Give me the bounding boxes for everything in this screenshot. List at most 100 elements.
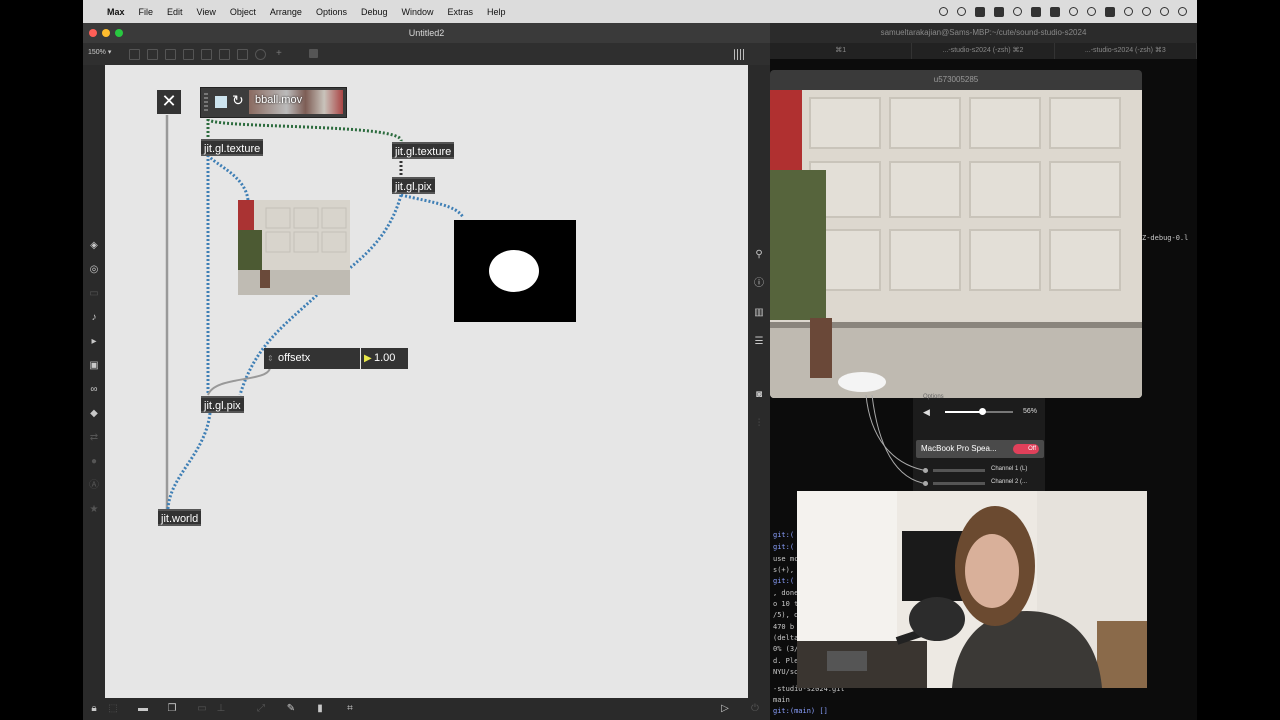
image-icon[interactable]: ▣ — [89, 361, 99, 371]
arrows-icon[interactable]: ⇄ — [89, 433, 99, 443]
controller-icon[interactable]: ▭ — [89, 289, 99, 299]
menu-extras[interactable]: Extras — [448, 7, 474, 17]
toolbar-icon-5[interactable] — [201, 49, 212, 60]
movie-player-object[interactable]: ↻ bball.mov — [200, 87, 347, 118]
plus-icon[interactable]: + — [276, 49, 285, 59]
jit-gl-texture-object[interactable]: jit.gl.texture — [201, 139, 264, 156]
battery-icon[interactable] — [1105, 6, 1115, 17]
play-icon[interactable] — [1069, 7, 1078, 16]
grid-icon[interactable] — [734, 49, 745, 60]
wifi-icon[interactable] — [1124, 7, 1133, 16]
play-button-icon[interactable]: ▷ — [720, 704, 730, 714]
sequence-icon[interactable]: ▸ — [89, 337, 99, 347]
terminal-tab-3[interactable]: ...-studio-s2024 (-zsh) ⌘3 — [1055, 43, 1197, 59]
status-icon-5[interactable] — [1031, 6, 1041, 17]
menu-arrange[interactable]: Arrange — [270, 7, 302, 17]
wrench-icon[interactable]: ✎ — [286, 704, 296, 714]
offsetx-number-box[interactable]: ▶ 1.00 — [361, 348, 408, 369]
camera-icon[interactable]: ◙ — [754, 390, 764, 400]
movie-name: bball.mov — [255, 94, 303, 106]
paint-icon[interactable] — [309, 49, 318, 58]
comment-icon[interactable]: ▬ — [138, 704, 148, 714]
toolbar-icon-2[interactable] — [147, 49, 158, 60]
shield-icon[interactable] — [975, 6, 985, 17]
mixer-icon[interactable]: ⫶ — [754, 419, 764, 429]
search-icon[interactable]: ⚲ — [754, 250, 764, 260]
target-icon[interactable]: ◎ — [89, 265, 99, 275]
info-icon[interactable]: ⓘ — [754, 279, 764, 289]
webcam-overlay — [797, 491, 1147, 688]
cc-icon[interactable] — [1050, 6, 1060, 17]
video-preview[interactable] — [238, 200, 350, 295]
device-row[interactable]: MacBook Pro Spea... Off — [916, 440, 1044, 458]
toggle-button[interactable]: ✕ — [157, 90, 181, 114]
toolbar-b-icon-3[interactable]: ⤢ — [256, 704, 266, 714]
list-icon[interactable]: ☰ — [754, 337, 764, 347]
menu-view[interactable]: View — [197, 7, 216, 17]
search-icon[interactable] — [1142, 7, 1151, 16]
offsetx-value: 1.00 — [374, 352, 396, 364]
menu-debug[interactable]: Debug — [361, 7, 388, 17]
toolbar-b-icon-2[interactable]: ⊥ — [216, 704, 226, 714]
menu-app-max[interactable]: Max — [107, 7, 125, 17]
menu-help[interactable]: Help — [487, 7, 506, 17]
terminal-tab-1[interactable]: ⌘1 — [770, 43, 913, 59]
zoom-level[interactable]: 150% ▾ — [88, 48, 111, 56]
menu-options[interactable]: Options — [316, 7, 347, 17]
terminal-prompt[interactable]: git:(main) [] — [773, 707, 828, 715]
zoom-window-button[interactable] — [115, 29, 123, 37]
terminal-tab-2[interactable]: ...-studio-s2024 (-zsh) ⌘2 — [912, 43, 1055, 59]
power-icon[interactable]: ⏻ — [750, 704, 760, 714]
close-window-button[interactable] — [89, 29, 97, 37]
toolbar-icon-4[interactable] — [183, 49, 194, 60]
status-icon-3[interactable] — [994, 6, 1004, 17]
jit-gl-pix-object[interactable]: jit.gl.pix — [201, 396, 244, 413]
toolbar-icon-3[interactable] — [165, 49, 176, 60]
plugin-icon[interactable]: ◆ — [89, 409, 99, 419]
video-output[interactable] — [770, 90, 1142, 398]
toolbar-icon-7[interactable] — [237, 49, 248, 60]
presentation-icon[interactable]: ⬚ — [108, 704, 118, 714]
columns-icon[interactable]: ▥ — [754, 308, 764, 318]
layers-icon[interactable]: ❐ — [167, 704, 177, 714]
clock-icon[interactable] — [1178, 7, 1187, 16]
link-icon[interactable]: ∞ — [89, 385, 99, 395]
jit-pwindow-output[interactable] — [454, 220, 576, 322]
minimize-window-button[interactable] — [102, 29, 110, 37]
music-note-icon[interactable]: ♪ — [89, 313, 99, 323]
offsetx-message[interactable]: ⇕ offsetx — [264, 348, 360, 369]
toolbar-b-icon-1[interactable]: ▭ — [197, 704, 207, 714]
left-letterbox — [0, 0, 83, 720]
jit-gl-texture-object-2[interactable]: jit.gl.texture — [392, 142, 455, 159]
status-icon-2[interactable] — [957, 7, 966, 16]
menu-edit[interactable]: Edit — [167, 7, 183, 17]
volume-slider[interactable] — [945, 408, 1013, 415]
jit-gl-pix-object-2[interactable]: jit.gl.pix — [392, 177, 435, 194]
stop-icon[interactable] — [215, 96, 227, 108]
control-center-icon[interactable] — [1160, 7, 1169, 16]
disc-icon[interactable]: ● — [89, 457, 99, 467]
toolbar-icon-8[interactable] — [255, 49, 266, 60]
grid-icon-2[interactable]: ⌗ — [345, 704, 355, 714]
menu-object[interactable]: Object — [230, 7, 256, 17]
patcher-canvas[interactable]: ✕ ↻ bball.mov jit.gl.texture jit.gl.text… — [105, 65, 748, 698]
right-sidebar: ⚲ ⓘ ▥ ☰ ◙ ⫶ — [748, 65, 770, 698]
menu-file[interactable]: File — [139, 7, 154, 17]
star-icon[interactable]: ★ — [89, 505, 99, 515]
status-icon-1[interactable] — [939, 7, 948, 16]
status-icon-6[interactable] — [1087, 7, 1096, 16]
menu-window[interactable]: Window — [402, 7, 434, 17]
lock-icon[interactable]: 🔒︎ — [89, 704, 99, 714]
status-icon-4[interactable] — [1013, 7, 1022, 16]
object-palette-icon[interactable]: ◈ — [89, 241, 99, 251]
a-icon[interactable]: Ⓐ — [89, 481, 99, 491]
toolbar-icon-1[interactable] — [129, 49, 140, 60]
jit-world-object[interactable]: jit.world — [158, 509, 202, 526]
terminal-line: git:( — [773, 577, 795, 585]
book-icon[interactable]: ▮ — [315, 704, 325, 714]
device-toggle[interactable]: Off — [1013, 444, 1039, 454]
loop-icon[interactable]: ↻ — [232, 92, 244, 109]
volume-slider-thumb[interactable] — [979, 408, 986, 415]
toolbar-icon-6[interactable] — [219, 49, 230, 60]
right-letterbox — [1197, 0, 1280, 720]
